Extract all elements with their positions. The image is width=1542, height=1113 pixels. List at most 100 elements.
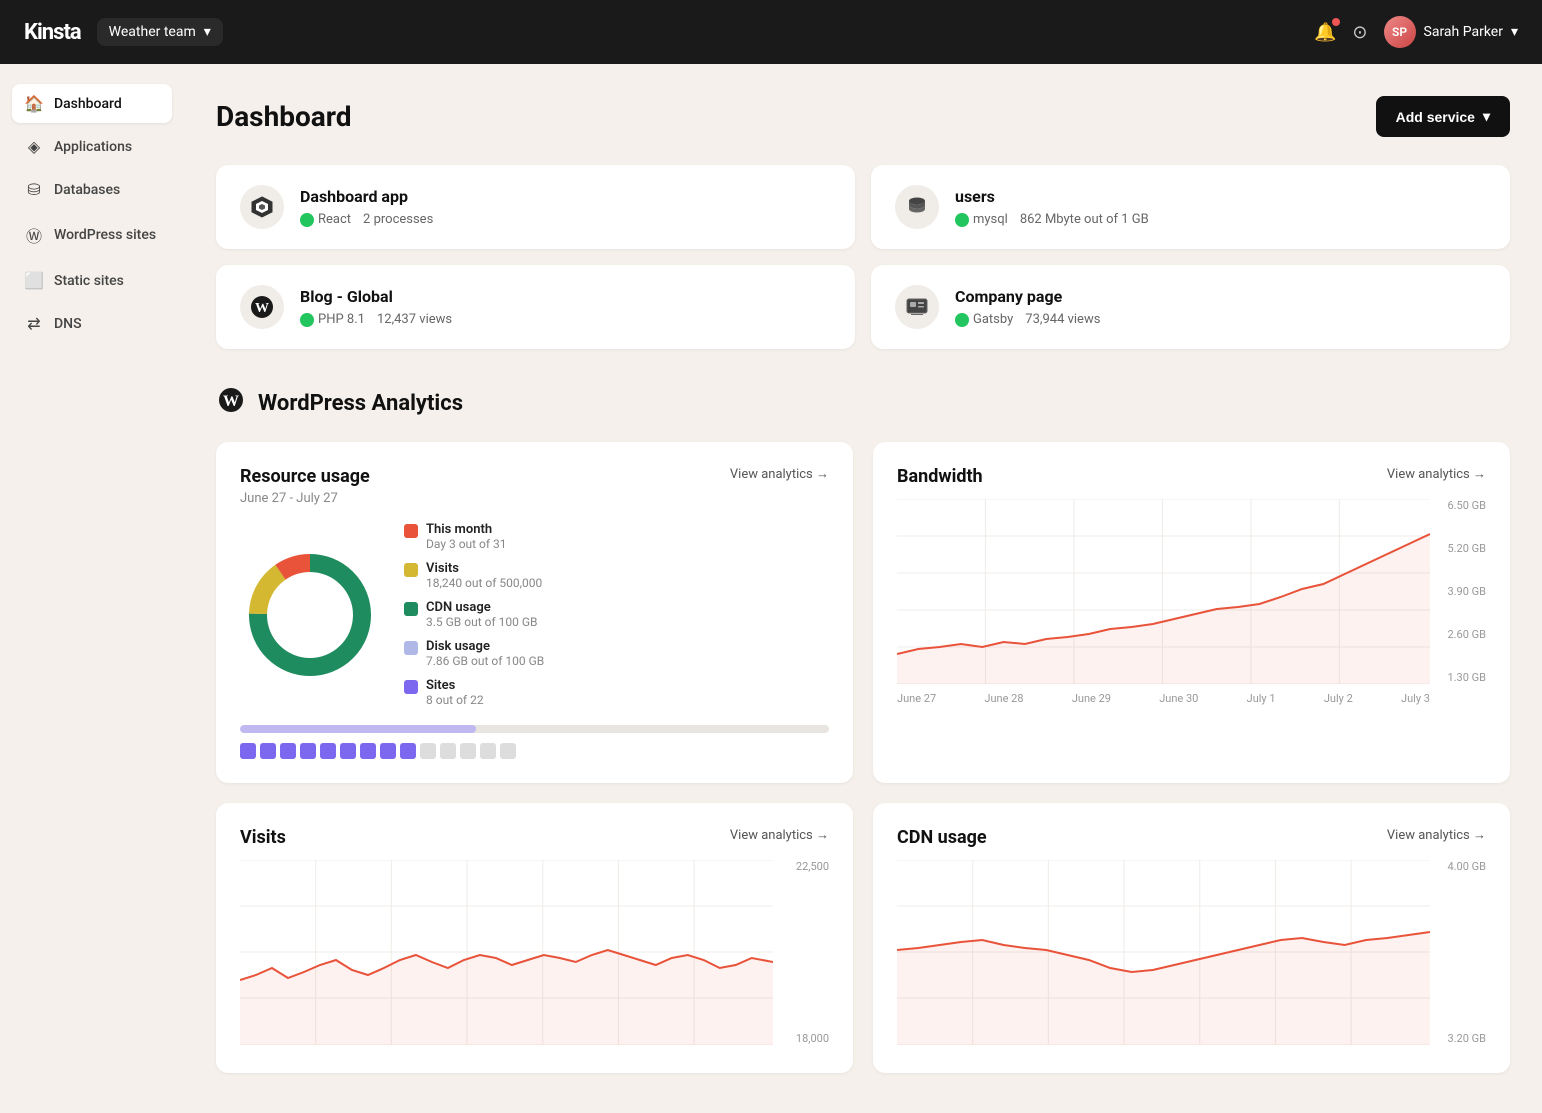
resource-usage-title: Resource usage — [240, 466, 370, 487]
kinsta-logo: Kinsta — [24, 20, 81, 45]
service-info-dashboard-app: Dashboard app React 2 processes — [300, 187, 831, 227]
square-7 — [360, 743, 376, 759]
resource-usage-subtitle: June 27 - July 27 — [240, 491, 829, 506]
bandwidth-chart-container: 6.50 GB 5.20 GB 3.90 GB 2.60 GB 1.30 GB … — [897, 499, 1486, 705]
legend-label-sites: Sites — [426, 678, 484, 693]
home-icon: 🏠 — [24, 94, 44, 113]
cdn-chart-container: 4.00 GB 3.20 GB — [897, 860, 1486, 1049]
progress-section — [240, 725, 829, 759]
sidebar-label-dns: DNS — [54, 316, 82, 332]
resource-usage-card: Resource usage View analytics → June 27 … — [216, 442, 853, 783]
legend-sub-cdn: 3.5 GB out of 100 GB — [426, 615, 537, 629]
sites-squares — [240, 743, 829, 759]
bandwidth-chart-area — [897, 499, 1486, 688]
sidebar-item-dashboard[interactable]: 🏠 Dashboard — [12, 84, 172, 123]
visits-view-link[interactable]: View analytics → — [730, 827, 829, 843]
square-14 — [500, 743, 516, 759]
service-card-users[interactable]: users mysql 862 Mbyte out of 1 GB — [871, 165, 1510, 249]
cdn-header: CDN usage View analytics → — [897, 827, 1486, 848]
analytics-grid: Resource usage View analytics → June 27 … — [216, 442, 1510, 1073]
bw-x1: June 27 — [897, 692, 936, 705]
user-name: Sarah Parker — [1424, 24, 1503, 40]
status-dot-users — [955, 213, 969, 227]
team-selector[interactable]: Weather team ▾ — [97, 18, 223, 46]
status-indicator-users: mysql — [955, 212, 1008, 227]
wp-analytics-title: WordPress Analytics — [258, 391, 463, 416]
service-icon-databases — [895, 185, 939, 229]
help-button[interactable]: ⊙ — [1352, 22, 1367, 43]
status-indicator-company: Gatsby — [955, 312, 1013, 327]
service-info-users: users mysql 862 Mbyte out of 1 GB — [955, 187, 1486, 227]
sidebar-item-databases[interactable]: ⛁ Databases — [12, 170, 172, 209]
service-name-dashboard-app: Dashboard app — [300, 187, 831, 206]
sidebar-item-wordpress-sites[interactable]: Ⓦ WordPress sites — [12, 213, 172, 257]
bandwidth-chart-svg — [897, 499, 1430, 684]
square-12 — [460, 743, 476, 759]
legend-dot-cdn — [404, 602, 418, 616]
service-icon-company — [895, 285, 939, 329]
sidebar-label-databases: Databases — [54, 182, 120, 198]
databases-icon: ⛁ — [24, 180, 44, 199]
avatar: SP — [1384, 16, 1416, 48]
service-meta-users: mysql 862 Mbyte out of 1 GB — [955, 212, 1486, 227]
topnav-right: 🔔 ⊙ SP Sarah Parker ▾ — [1314, 16, 1518, 48]
main-content: Dashboard Add service ▾ Dashboard app — [184, 64, 1542, 1113]
team-name: Weather team — [109, 24, 196, 40]
disk-progress-bar — [240, 725, 829, 733]
bandwidth-card: Bandwidth View analytics → — [873, 442, 1510, 783]
status-dot-blog — [300, 313, 314, 327]
square-13 — [480, 743, 496, 759]
resource-usage-content: This month Day 3 out of 31 Visits 18,240… — [240, 522, 829, 707]
legend-dot-disk — [404, 641, 418, 655]
static-sites-icon: ⬜ — [24, 271, 44, 290]
status-indicator-blog: PHP 8.1 — [300, 312, 365, 327]
status-dot-company — [955, 313, 969, 327]
applications-icon: ◈ — [24, 137, 44, 156]
service-meta-blog: PHP 8.1 12,437 views — [300, 312, 831, 327]
cdn-chart-area — [897, 860, 1486, 1049]
cdn-title: CDN usage — [897, 827, 987, 848]
bw-x5: July 1 — [1247, 692, 1276, 705]
service-info-company: Company page Gatsby 73,944 views — [955, 287, 1486, 327]
add-service-button[interactable]: Add service ▾ — [1376, 96, 1510, 137]
add-service-label: Add service — [1396, 109, 1475, 125]
service-detail-dashboard: 2 processes — [363, 212, 433, 227]
sidebar-item-dns[interactable]: ⇄ DNS — [12, 304, 172, 343]
square-10 — [420, 743, 436, 759]
user-menu[interactable]: SP Sarah Parker ▾ — [1384, 16, 1518, 48]
sidebar: 🏠 Dashboard ◈ Applications ⛁ Databases Ⓦ… — [0, 64, 184, 1113]
square-6 — [340, 743, 356, 759]
legend-this-month: This month Day 3 out of 31 — [404, 522, 544, 551]
bw-x4: June 30 — [1159, 692, 1198, 705]
v-y2: 22,500 — [796, 860, 829, 873]
service-tech-users: mysql — [973, 212, 1008, 227]
sidebar-item-static-sites[interactable]: ⬜ Static sites — [12, 261, 172, 300]
visits-header: Visits View analytics → — [240, 827, 829, 848]
square-8 — [380, 743, 396, 759]
bandwidth-view-link[interactable]: View analytics → — [1387, 466, 1486, 482]
legend-sub-disk: 7.86 GB out of 100 GB — [426, 654, 544, 668]
square-2 — [260, 743, 276, 759]
square-9 — [400, 743, 416, 759]
service-tech-blog: PHP 8.1 — [318, 312, 365, 327]
page-header: Dashboard Add service ▾ — [216, 96, 1510, 137]
service-card-dashboard-app[interactable]: Dashboard app React 2 processes — [216, 165, 855, 249]
user-chevron-icon: ▾ — [1511, 24, 1518, 40]
status-dot-active — [300, 213, 314, 227]
sidebar-label-applications: Applications — [54, 139, 132, 155]
add-service-chevron-icon: ▾ — [1483, 108, 1490, 125]
service-card-blog[interactable]: W Blog - Global PHP 8.1 12,437 views — [216, 265, 855, 349]
service-card-company[interactable]: Company page Gatsby 73,944 views — [871, 265, 1510, 349]
dns-icon: ⇄ — [24, 314, 44, 333]
cdn-y-labels: 4.00 GB 3.20 GB — [1447, 860, 1486, 1045]
resource-usage-view-link[interactable]: View analytics → — [730, 466, 829, 482]
legend-sub-visits: 18,240 out of 500,000 — [426, 576, 542, 590]
sidebar-item-applications[interactable]: ◈ Applications — [12, 127, 172, 166]
cdn-y1: 3.20 GB — [1447, 1032, 1486, 1045]
legend-disk: Disk usage 7.86 GB out of 100 GB — [404, 639, 544, 668]
legend-label-this-month: This month — [426, 522, 507, 537]
square-4 — [300, 743, 316, 759]
bw-y1: 1.30 GB — [1447, 671, 1486, 684]
cdn-view-link[interactable]: View analytics → — [1387, 827, 1486, 843]
notifications-button[interactable]: 🔔 — [1314, 22, 1336, 43]
